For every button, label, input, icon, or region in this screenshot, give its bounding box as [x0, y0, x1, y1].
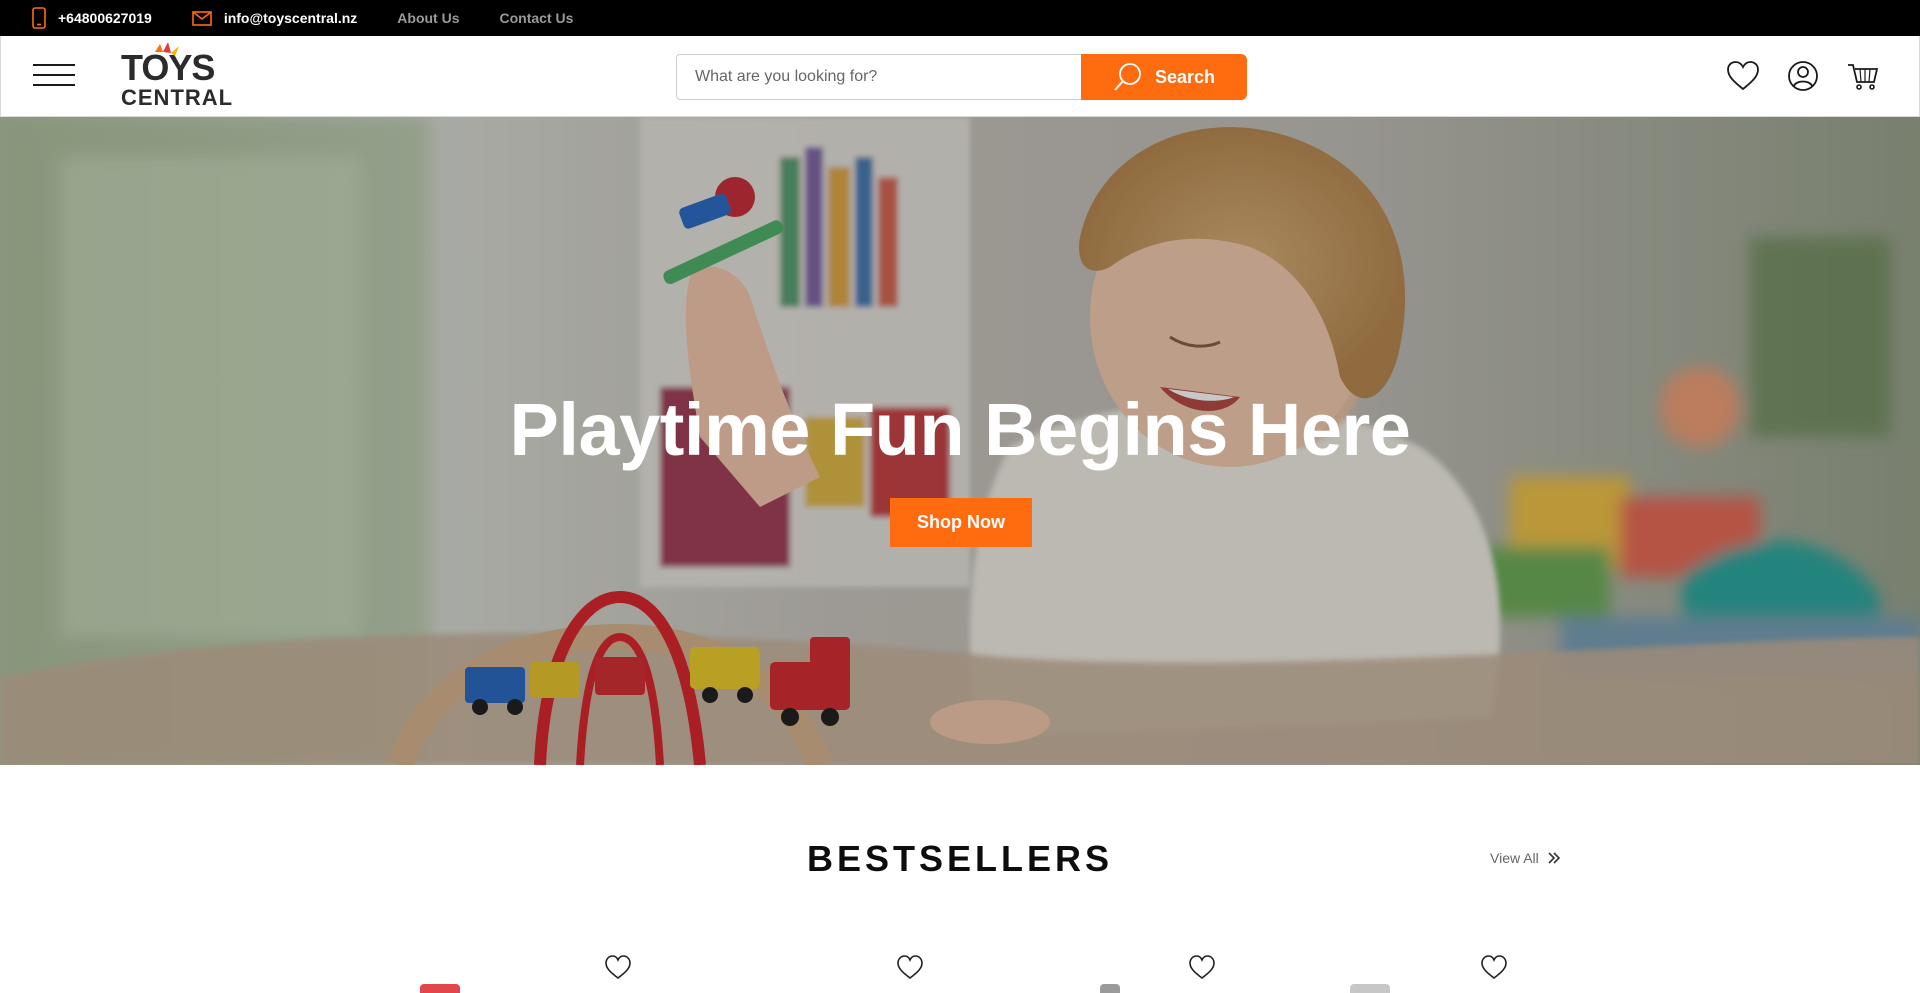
top-bar: +64800627019 info@toyscentral.nz About U…	[0, 0, 1920, 36]
about-us-link[interactable]: About Us	[397, 10, 459, 26]
double-chevron-right-icon	[1548, 852, 1560, 864]
phone-icon	[32, 7, 46, 29]
product-wishlist-heart-icon[interactable]	[896, 954, 924, 980]
contact-us-link[interactable]: Contact Us	[500, 10, 574, 26]
shop-now-button[interactable]: Shop Now	[890, 498, 1032, 547]
hero-banner: Playtime Fun Begins Here Shop Now	[0, 117, 1920, 765]
logo-line-2: CENTRAL	[121, 85, 233, 110]
product-wishlist-heart-icon[interactable]	[1480, 954, 1508, 980]
product-wishlist-heart-icon[interactable]	[604, 954, 632, 980]
search-bar: Search	[676, 54, 1247, 100]
account-user-icon[interactable]	[1785, 58, 1821, 94]
menu-icon[interactable]	[33, 64, 75, 88]
product-wishlist-heart-icon[interactable]	[1188, 954, 1216, 980]
main-header: TOYS CENTRAL Search	[0, 36, 1920, 117]
search-button[interactable]: Search	[1081, 54, 1247, 100]
product-image[interactable]	[1350, 984, 1390, 993]
view-all-link[interactable]: View All	[1490, 850, 1561, 866]
phone-number: +64800627019	[58, 10, 152, 26]
email-address: info@toyscentral.nz	[223, 10, 358, 26]
search-icon	[1114, 63, 1141, 91]
product-image[interactable]	[420, 984, 460, 993]
view-all-label: View All	[1490, 850, 1539, 866]
cart-icon[interactable]	[1845, 58, 1881, 94]
search-input[interactable]	[676, 54, 1081, 100]
email-contact[interactable]: info@toyscentral.nz	[192, 10, 357, 26]
search-button-label: Search	[1154, 66, 1216, 87]
wishlist-heart-icon[interactable]	[1725, 58, 1761, 94]
phone-contact[interactable]: +64800627019	[32, 7, 152, 29]
bestsellers-heading: BESTSELLERS	[806, 838, 1114, 879]
product-image[interactable]	[1100, 984, 1120, 993]
logo-line-1: TOYS	[121, 47, 214, 88]
mail-icon	[192, 10, 212, 26]
toys-central-logo[interactable]: TOYS CENTRAL	[119, 42, 239, 110]
hero-title: Playtime Fun Begins Here	[509, 388, 1411, 471]
